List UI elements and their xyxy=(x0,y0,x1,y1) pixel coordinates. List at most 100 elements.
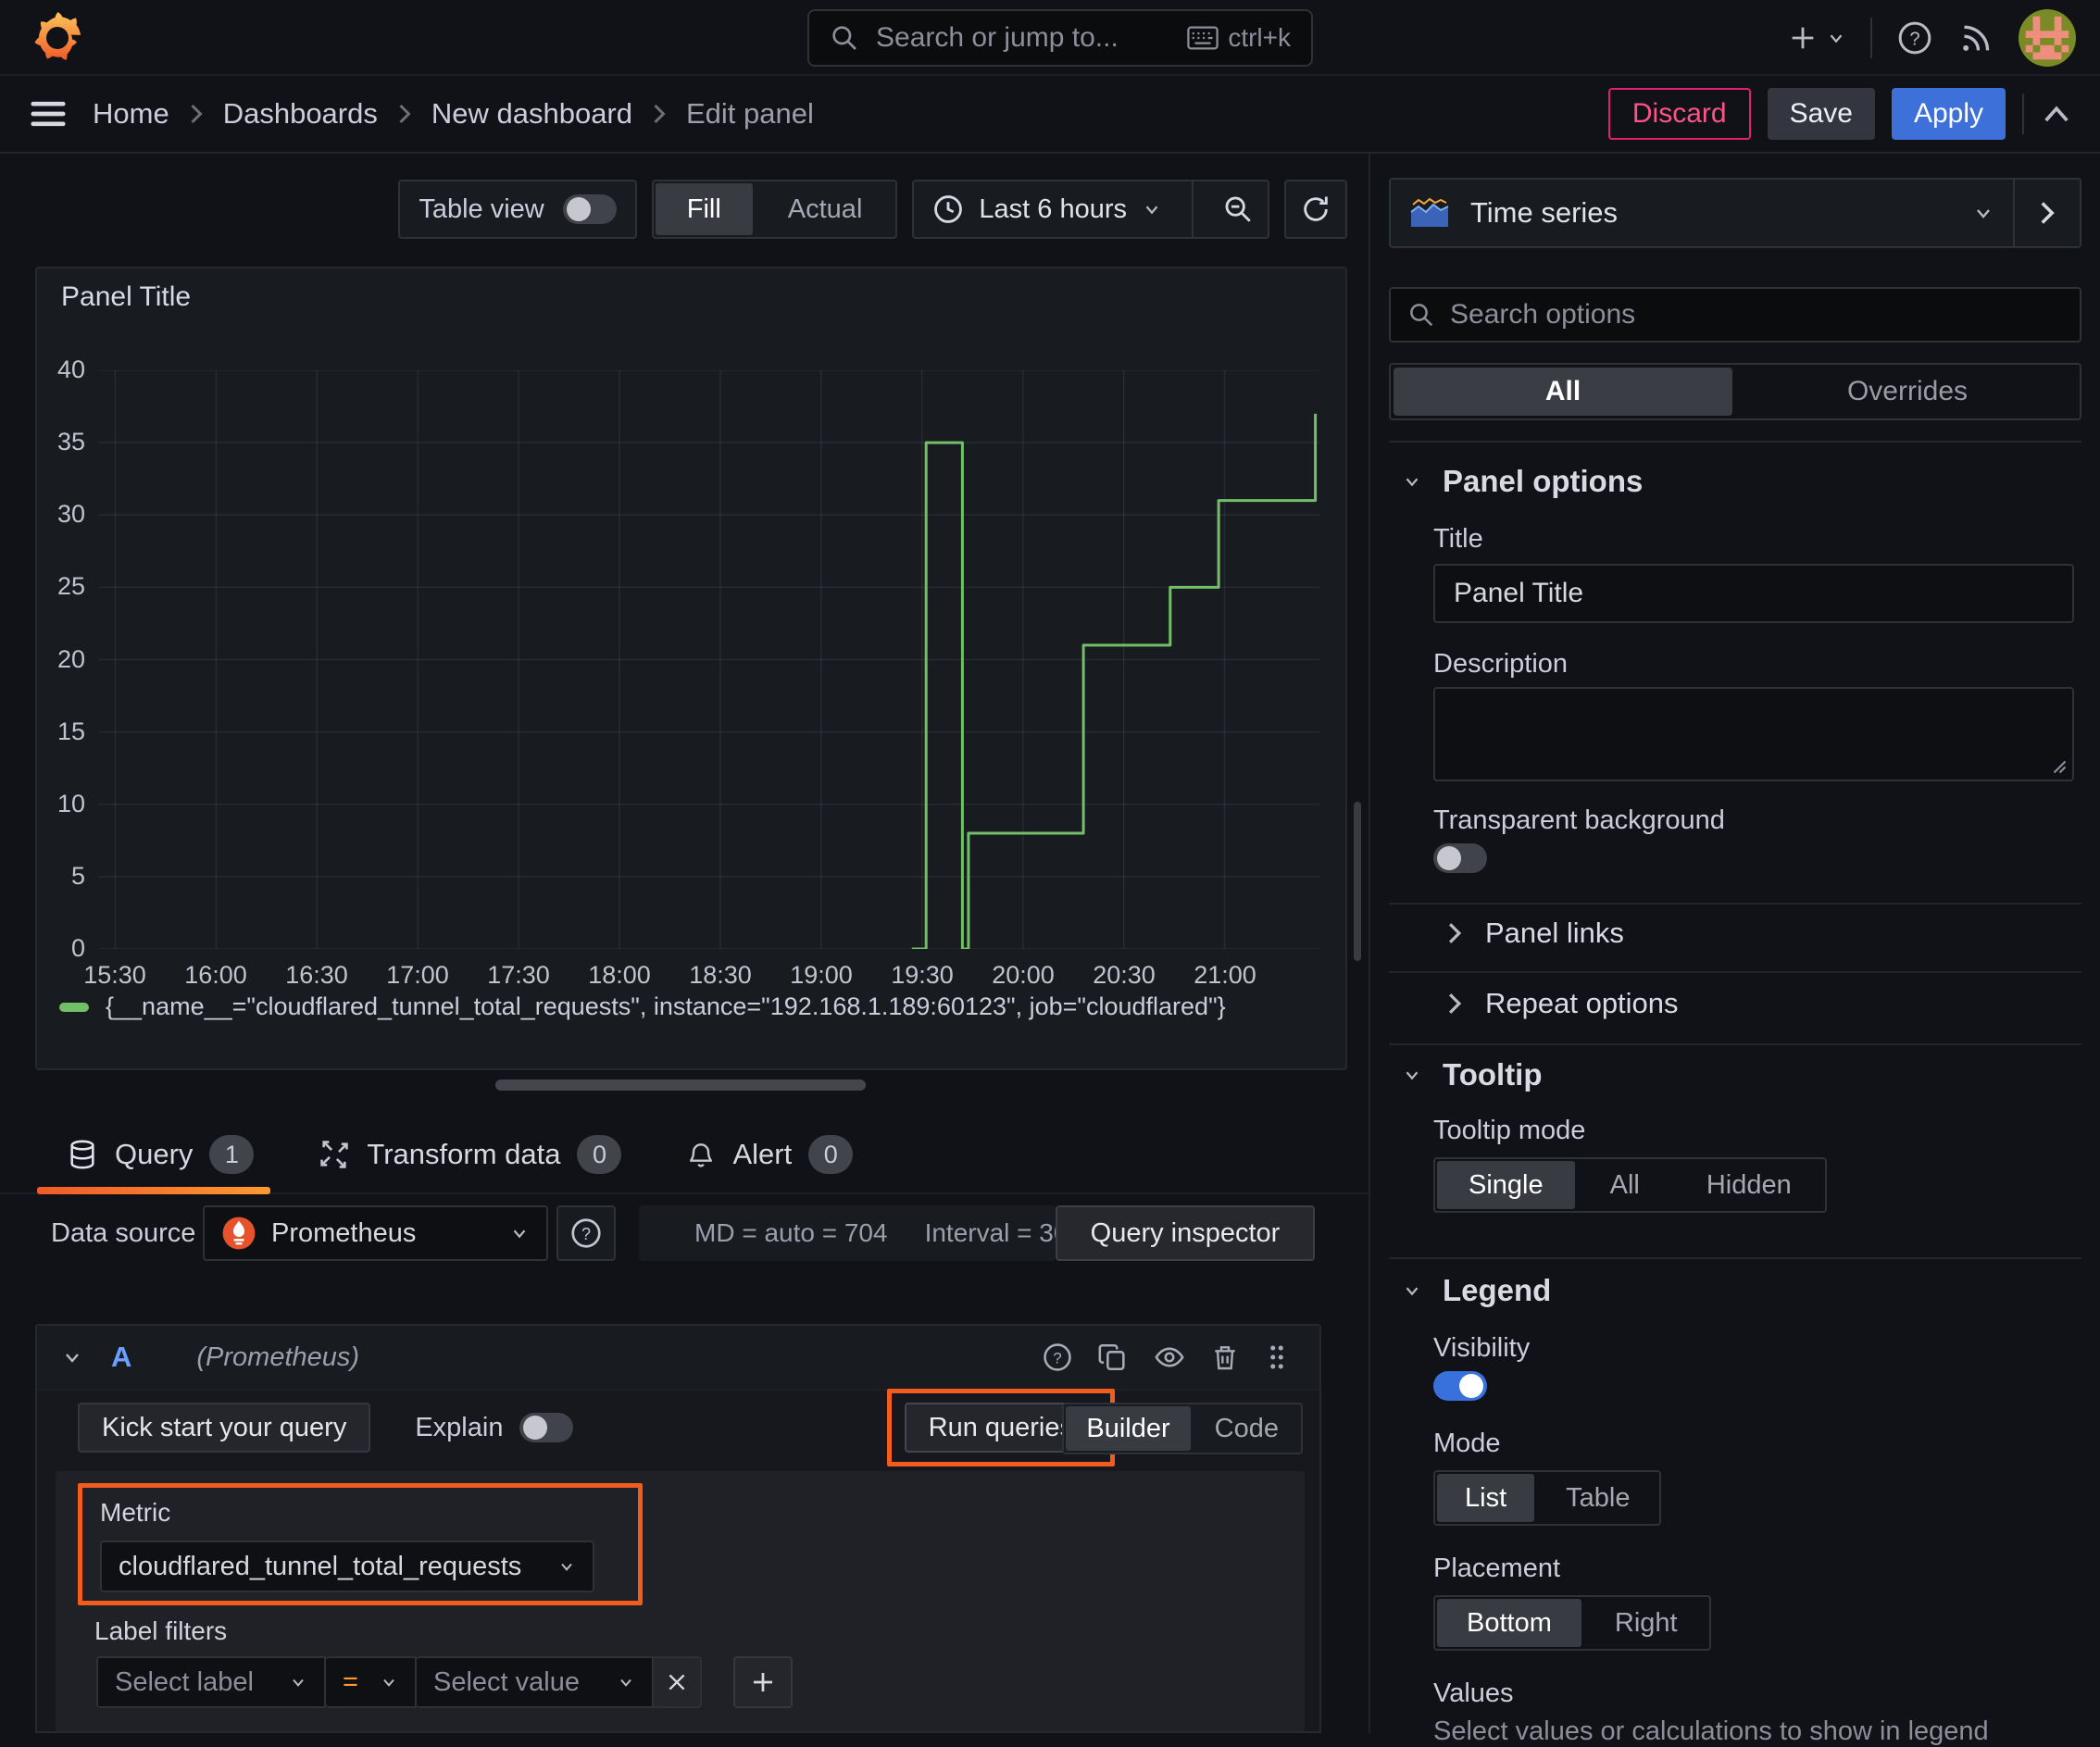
tooltip-hidden[interactable]: Hidden xyxy=(1675,1161,1823,1209)
chevron-right-icon xyxy=(399,104,411,124)
grafana-edit-panel-page: { "topbar": { "search_placeholder": "Sea… xyxy=(0,0,2100,1746)
options-search-input[interactable]: Search options xyxy=(1389,287,2081,343)
user-avatar[interactable] xyxy=(2019,9,2076,67)
breadcrumb-home[interactable]: Home xyxy=(93,97,169,131)
global-search-input[interactable]: Search or jump to... ctrl+k xyxy=(807,9,1313,67)
menu-icon[interactable] xyxy=(28,97,69,131)
chevron-down-icon xyxy=(620,1678,631,1687)
tooltip-header[interactable]: Tooltip xyxy=(1389,1054,2081,1095)
vertical-scrollbar[interactable] xyxy=(1354,802,1361,961)
remove-filter-button[interactable] xyxy=(654,1656,702,1708)
legend-series-label[interactable]: {__name__="cloudflared_tunnel_total_requ… xyxy=(106,992,1226,1021)
legend-visibility-toggle[interactable] xyxy=(1433,1371,1487,1401)
panel-links-section[interactable]: Panel links xyxy=(1389,914,2081,953)
datasource-picker[interactable]: Prometheus xyxy=(203,1205,548,1261)
query-inspector-button[interactable]: Query inspector xyxy=(1056,1205,1315,1261)
tab-transform[interactable]: Transform data 0 xyxy=(319,1117,622,1192)
table-view-toggle[interactable] xyxy=(562,194,617,224)
bell-icon xyxy=(686,1139,716,1170)
datasource-help-button[interactable]: ? xyxy=(556,1205,616,1261)
query-ref-letter: A xyxy=(111,1341,132,1373)
title-input[interactable]: Panel Title xyxy=(1433,564,2074,623)
chevron-down-icon xyxy=(561,1563,572,1571)
explain-toggle[interactable] xyxy=(519,1413,574,1442)
query-card: A (Prometheus) ? Kick start your query E… xyxy=(35,1324,1321,1733)
metric-select[interactable]: cloudflared_tunnel_total_requests xyxy=(100,1541,594,1592)
select-label-dropdown[interactable]: Select label xyxy=(96,1656,326,1708)
add-button[interactable] xyxy=(1787,22,1846,54)
delete-query-icon[interactable] xyxy=(1210,1341,1240,1373)
news-rss-icon[interactable] xyxy=(1957,19,1994,56)
actual-option[interactable]: Actual xyxy=(756,183,894,235)
chart-panel[interactable]: Panel Title 0 5 10 15 20 25 30 35 40 15:30 16:00 1… xyxy=(35,267,1347,1070)
toggle-visibility-icon[interactable] xyxy=(1153,1341,1186,1373)
description-textarea[interactable] xyxy=(1433,687,2074,781)
duplicate-query-icon[interactable] xyxy=(1097,1341,1129,1373)
visualization-select[interactable]: Time series xyxy=(1391,180,2013,246)
horizontal-scrollbar[interactable] xyxy=(495,1079,866,1091)
chevron-right-icon xyxy=(191,104,203,124)
query-row-header[interactable]: A (Prometheus) ? xyxy=(37,1326,1319,1391)
apply-button[interactable]: Apply xyxy=(1891,88,2006,140)
resize-handle-icon[interactable] xyxy=(2050,757,2067,774)
legend-swatch xyxy=(59,1002,89,1012)
tooltip-single[interactable]: Single xyxy=(1437,1161,1575,1209)
chevron-right-icon xyxy=(654,104,666,124)
panel-options-heading: Panel options xyxy=(1443,464,1644,498)
collapse-options-icon[interactable] xyxy=(2041,101,2072,127)
legend-mode-table[interactable]: Table xyxy=(1538,1474,1657,1522)
tooltip-mode-label: Tooltip mode xyxy=(1433,1116,1586,1145)
chevron-down-icon xyxy=(513,1229,526,1239)
timepicker-divider xyxy=(1192,181,1194,237)
panel-options-header[interactable]: Panel options xyxy=(1389,461,2081,502)
save-button[interactable]: Save xyxy=(1767,88,1875,140)
repeat-options-section[interactable]: Repeat options xyxy=(1389,984,2081,1023)
select-value-placeholder: Select value xyxy=(433,1666,580,1697)
breadcrumb-new-dashboard[interactable]: New dashboard xyxy=(431,97,632,131)
tab-alert[interactable]: Alert 0 xyxy=(686,1117,854,1192)
tab-overrides[interactable]: Overrides xyxy=(1738,368,2077,416)
tab-transform-label: Transform data xyxy=(367,1138,561,1170)
add-filter-button[interactable] xyxy=(733,1656,793,1708)
zoom-out-icon[interactable] xyxy=(1208,181,1268,237)
code-option[interactable]: Code xyxy=(1194,1406,1299,1451)
discard-button[interactable]: Discard xyxy=(1607,88,1751,140)
legend-mode-list[interactable]: List xyxy=(1437,1474,1535,1522)
values-label: Values xyxy=(1433,1678,1514,1708)
chart-legend[interactable]: {__name__="cloudflared_tunnel_total_requ… xyxy=(59,992,1226,1021)
label-filters-label: Label filters xyxy=(94,1616,228,1645)
y-axis: 0 5 10 15 20 25 30 35 40 xyxy=(56,356,85,962)
select-value-dropdown[interactable]: Select value xyxy=(417,1656,654,1708)
query-options-summary[interactable]: MD = auto = 704 Interval = 30s xyxy=(639,1205,1081,1261)
tooltip-all[interactable]: All xyxy=(1579,1161,1671,1209)
builder-option[interactable]: Builder xyxy=(1066,1406,1191,1451)
svg-text:?: ? xyxy=(1909,30,1919,50)
plot-area[interactable] xyxy=(99,370,1319,949)
visualization-name: Time series xyxy=(1470,196,1619,229)
breadcrumb-dashboards[interactable]: Dashboards xyxy=(223,97,378,131)
query-help-icon[interactable]: ? xyxy=(1042,1341,1073,1373)
operator-dropdown[interactable]: = xyxy=(326,1656,417,1708)
top-bar: Search or jump to... ctrl+k ? xyxy=(0,0,2100,76)
fill-option[interactable]: Fill xyxy=(655,183,753,235)
time-range-picker[interactable]: Last 6 hours xyxy=(912,180,1269,239)
values-description: Select values or calculations to show in… xyxy=(1433,1716,1989,1746)
section-divider xyxy=(1389,441,2081,443)
placement-right[interactable]: Right xyxy=(1585,1599,1707,1647)
chevron-down-icon xyxy=(293,1678,304,1687)
legend-header[interactable]: Legend xyxy=(1389,1270,2081,1311)
placement-bottom[interactable]: Bottom xyxy=(1437,1599,1581,1647)
chevron-down-icon[interactable] xyxy=(61,1346,83,1368)
help-icon[interactable]: ? xyxy=(1896,19,1933,56)
tab-all-options[interactable]: All xyxy=(1394,368,1732,416)
options-sidebar: Time series Search options All Overrides… xyxy=(1369,154,2100,1746)
explain-label: Explain xyxy=(415,1412,504,1442)
viz-suggestions-button[interactable] xyxy=(2013,180,2080,246)
drag-handle-icon[interactable] xyxy=(1264,1341,1290,1373)
refresh-button[interactable] xyxy=(1284,180,1347,239)
panel-actions: Discard Save Apply xyxy=(1607,88,2072,140)
tab-query[interactable]: Query 1 xyxy=(67,1117,255,1192)
grafana-logo-icon[interactable] xyxy=(31,11,83,65)
kick-start-button[interactable]: Kick start your query xyxy=(78,1403,371,1453)
transparent-background-toggle[interactable] xyxy=(1433,843,1487,873)
